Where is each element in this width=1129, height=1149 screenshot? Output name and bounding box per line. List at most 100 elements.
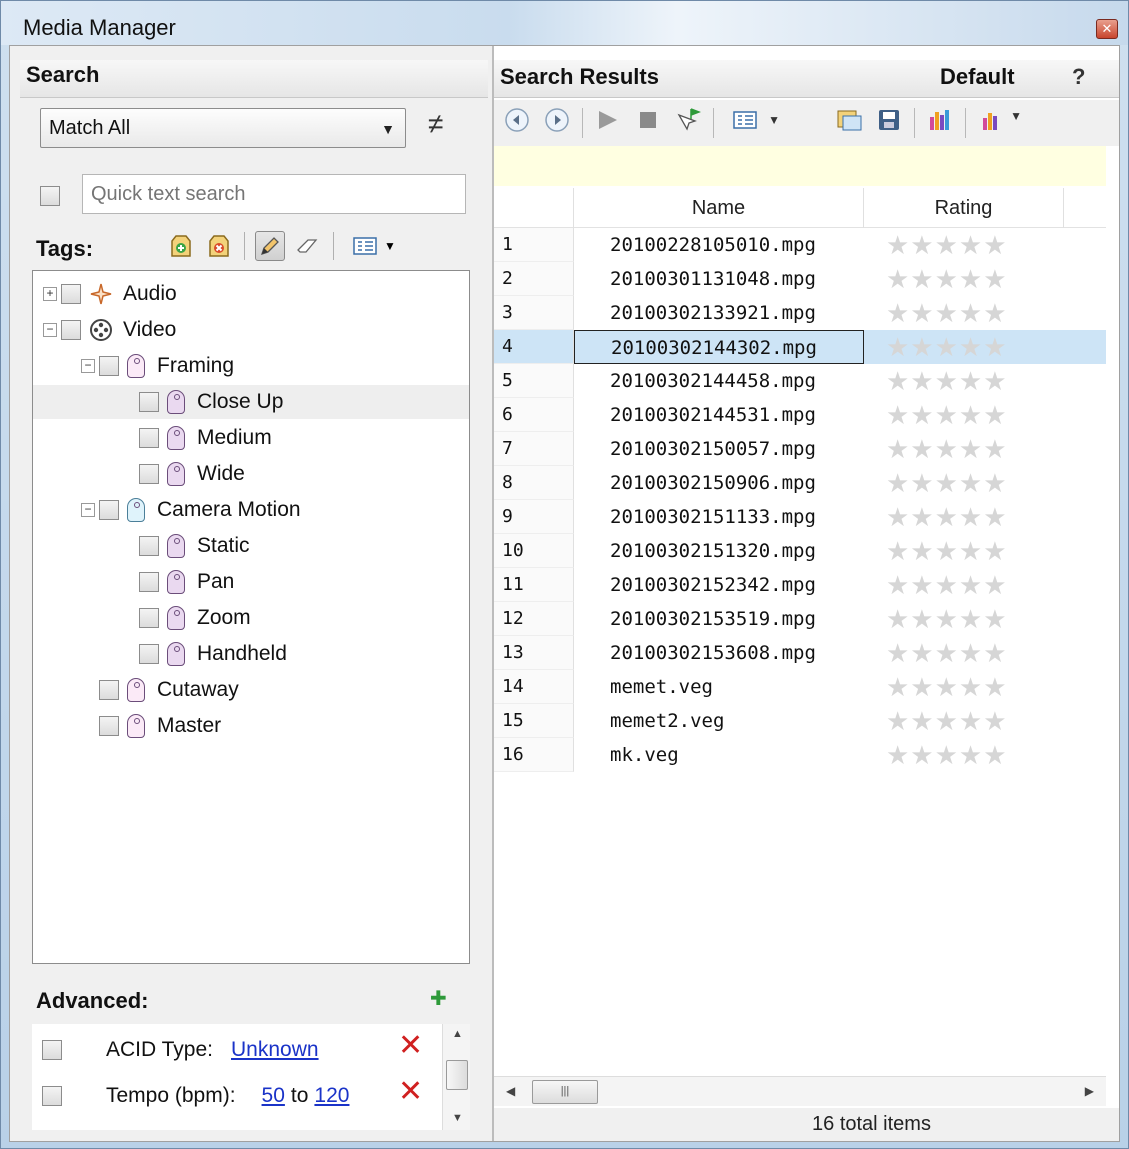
rating-stars[interactable]: ★★★★★ xyxy=(886,670,1008,704)
tree-item[interactable]: − Video xyxy=(33,313,469,347)
table-row[interactable]: 16 mk.veg ★★★★★ xyxy=(494,738,1106,772)
add-criteria-button[interactable]: ✚ xyxy=(430,986,447,1011)
tree-item[interactable]: Medium xyxy=(33,421,469,455)
column-header-name[interactable]: Name xyxy=(574,188,864,228)
rating-stars[interactable]: ★★★★★ xyxy=(886,636,1008,670)
file-name-cell[interactable]: mk.veg xyxy=(574,738,864,772)
file-name-cell[interactable]: 20100302144531.mpg xyxy=(574,398,864,432)
file-name-cell[interactable]: 20100302144302.mpg xyxy=(574,330,864,364)
rating-stars[interactable]: ★★★★★ xyxy=(886,500,1008,534)
rating-stars[interactable]: ★★★★★ xyxy=(886,738,1008,772)
table-row[interactable]: 10 20100302151320.mpg ★★★★★ xyxy=(494,534,1106,568)
file-name-cell[interactable]: 20100302152342.mpg xyxy=(574,568,864,602)
column-header-rating[interactable]: Rating xyxy=(864,188,1064,228)
tree-item[interactable]: Pan xyxy=(33,565,469,599)
tree-checkbox[interactable] xyxy=(61,320,81,340)
scroll-down-icon[interactable]: ▼ xyxy=(452,1112,463,1124)
file-name-cell[interactable]: 20100302150906.mpg xyxy=(574,466,864,500)
table-row[interactable]: 6 20100302144531.mpg ★★★★★ xyxy=(494,398,1106,432)
tree-expander[interactable]: − xyxy=(81,503,95,517)
advanced-scrollbar[interactable]: ▲ ▼ xyxy=(442,1024,470,1130)
view-icon[interactable]: ▼ xyxy=(724,109,788,137)
file-name-cell[interactable]: memet.veg xyxy=(574,670,864,704)
tree-checkbox[interactable] xyxy=(99,356,119,376)
tree-checkbox[interactable] xyxy=(139,464,159,484)
quick-search-checkbox[interactable] xyxy=(40,186,60,206)
remove-criteria-icon[interactable]: ✕ xyxy=(398,1028,423,1063)
not-equal-toggle[interactable]: ≠ xyxy=(428,108,443,140)
rating-stars[interactable]: ★★★★★ xyxy=(886,568,1008,602)
add-to-project-icon[interactable] xyxy=(834,107,864,139)
rating-stars[interactable]: ★★★★★ xyxy=(886,364,1008,398)
table-row[interactable]: 2 20100301131048.mpg ★★★★★ xyxy=(494,262,1106,296)
eraser-button[interactable] xyxy=(293,231,323,261)
table-row[interactable]: 11 20100302152342.mpg ★★★★★ xyxy=(494,568,1106,602)
tree-item[interactable]: Handheld xyxy=(33,637,469,671)
help-button[interactable]: ? xyxy=(1072,64,1085,90)
file-name-cell[interactable]: 20100302133921.mpg xyxy=(574,296,864,330)
quick-search-input[interactable] xyxy=(82,174,466,214)
file-name-cell[interactable]: 20100302151133.mpg xyxy=(574,500,864,534)
scroll-left-icon[interactable]: ◀ xyxy=(506,1084,515,1098)
add-tag-button[interactable] xyxy=(166,231,196,261)
table-row[interactable]: 9 20100302151133.mpg ★★★★★ xyxy=(494,500,1106,534)
tree-checkbox[interactable] xyxy=(99,716,119,736)
rating-stars[interactable]: ★★★★★ xyxy=(886,398,1008,432)
tree-item[interactable]: − Camera Motion xyxy=(33,493,469,527)
tree-checkbox[interactable] xyxy=(61,284,81,304)
remove-criteria-icon[interactable]: ✕ xyxy=(398,1074,423,1109)
tree-expander[interactable]: + xyxy=(43,287,57,301)
forward-icon[interactable] xyxy=(542,107,572,139)
tree-item[interactable]: Master xyxy=(33,709,469,743)
tree-checkbox[interactable] xyxy=(139,644,159,664)
tempo-from-link[interactable]: 50 xyxy=(262,1084,285,1108)
file-name-cell[interactable]: 20100302144458.mpg xyxy=(574,364,864,398)
tree-item[interactable]: Close Up xyxy=(33,385,469,419)
rating-stars[interactable]: ★★★★★ xyxy=(886,262,1008,296)
file-name-cell[interactable]: memet2.veg xyxy=(574,704,864,738)
table-row[interactable]: 13 20100302153608.mpg ★★★★★ xyxy=(494,636,1106,670)
criteria-checkbox[interactable] xyxy=(42,1086,62,1106)
tree-checkbox[interactable] xyxy=(139,608,159,628)
rating-stars[interactable]: ★★★★★ xyxy=(886,296,1008,330)
file-name-cell[interactable]: 20100302153608.mpg xyxy=(574,636,864,670)
preset-selector[interactable]: Default xyxy=(940,64,1015,90)
file-name-cell[interactable]: 20100302150057.mpg xyxy=(574,432,864,466)
scroll-right-icon[interactable]: ▶ xyxy=(1085,1084,1094,1098)
edit-tags-button[interactable] xyxy=(255,231,285,261)
tree-checkbox[interactable] xyxy=(139,392,159,412)
table-row[interactable]: 14 memet.veg ★★★★★ xyxy=(494,670,1106,704)
tree-checkbox[interactable] xyxy=(139,572,159,592)
rating-stars[interactable]: ★★★★★ xyxy=(886,432,1008,466)
tree-item[interactable]: Cutaway xyxy=(33,673,469,707)
tree-checkbox[interactable] xyxy=(139,536,159,556)
tree-expander[interactable]: − xyxy=(81,359,95,373)
criteria-checkbox[interactable] xyxy=(42,1040,62,1060)
tree-item[interactable]: Zoom xyxy=(33,601,469,635)
table-row[interactable]: 8 20100302150906.mpg ★★★★★ xyxy=(494,466,1106,500)
chart-options-icon[interactable]: ▼ xyxy=(976,109,1026,137)
file-name-cell[interactable]: 20100302151320.mpg xyxy=(574,534,864,568)
save-icon[interactable] xyxy=(874,107,904,139)
rating-stars[interactable]: ★★★★★ xyxy=(886,602,1008,636)
file-name-cell[interactable]: 20100228105010.mpg xyxy=(574,228,864,262)
table-row[interactable]: 7 20100302150057.mpg ★★★★★ xyxy=(494,432,1106,466)
acid-type-value-link[interactable]: Unknown xyxy=(231,1038,319,1062)
table-row[interactable]: 1 20100228105010.mpg ★★★★★ xyxy=(494,228,1106,262)
table-row[interactable]: 12 20100302153519.mpg ★★★★★ xyxy=(494,602,1106,636)
column-header-number[interactable] xyxy=(494,188,574,228)
tree-checkbox[interactable] xyxy=(99,500,119,520)
scroll-up-icon[interactable]: ▲ xyxy=(452,1028,463,1040)
match-mode-combo[interactable]: Match All ▼ xyxy=(40,108,406,148)
auto-preview-icon[interactable] xyxy=(673,107,703,139)
tree-item[interactable]: Static xyxy=(33,529,469,563)
tree-checkbox[interactable] xyxy=(99,680,119,700)
close-button[interactable]: ✕ xyxy=(1096,19,1118,39)
table-row[interactable]: 4 20100302144302.mpg ★★★★★ xyxy=(494,330,1106,364)
remove-tag-button[interactable] xyxy=(204,231,234,261)
tree-item[interactable]: + Audio xyxy=(33,277,469,311)
rating-stars[interactable]: ★★★★★ xyxy=(886,704,1008,738)
stop-icon[interactable] xyxy=(633,109,663,137)
tag-view-button[interactable]: ▼ xyxy=(344,231,404,261)
table-row[interactable]: 3 20100302133921.mpg ★★★★★ xyxy=(494,296,1106,330)
